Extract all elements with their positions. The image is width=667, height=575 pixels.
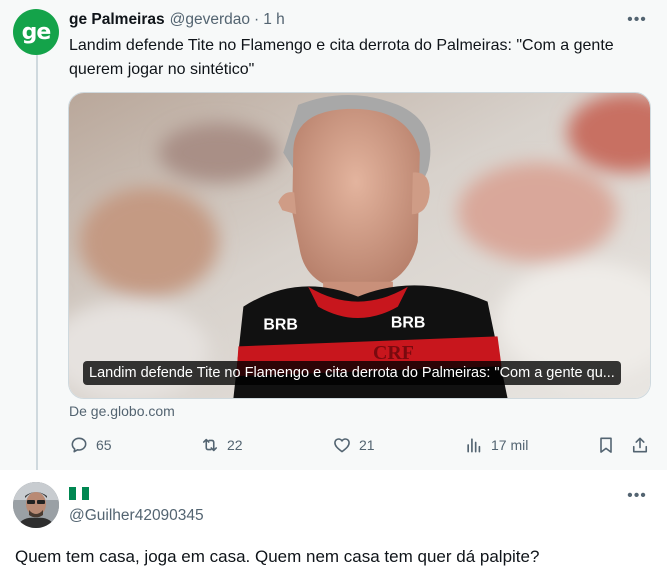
- retweet-button[interactable]: 22: [200, 433, 243, 457]
- tweet[interactable]: ge ge Palmeiras @geverdao · 1 h ••• Land…: [0, 0, 667, 478]
- separator-dot: ·: [254, 11, 260, 28]
- reply-icon: [71, 437, 87, 453]
- reply-text: Quem tem casa, joga em casa. Quem nem ca…: [15, 547, 540, 566]
- tweet-text: Landim defende Tite no Flamengo e cita d…: [69, 37, 614, 78]
- reply-author-avatar[interactable]: [13, 482, 59, 528]
- analytics-icon: [467, 438, 481, 453]
- retweet-count: 22: [227, 437, 243, 453]
- action-bar: 65 22 21 17 mil: [69, 433, 654, 457]
- avatar-text: ge: [21, 19, 52, 45]
- share-button[interactable]: [630, 433, 650, 457]
- nigeria-flag-icon: [69, 487, 90, 500]
- more-horizontal-icon: •••: [627, 11, 647, 28]
- reply-tweet[interactable]: ••• @Guilher42090345 Quem tem casa, joga…: [0, 470, 667, 575]
- author-avatar[interactable]: ge: [13, 9, 59, 55]
- tweet-timestamp[interactable]: 1 h: [263, 11, 285, 29]
- like-count: 21: [359, 437, 375, 453]
- card-title: Landim defende Tite no Flamengo e cita d…: [83, 361, 621, 385]
- tweet-header: ge Palmeiras @geverdao · 1 h: [69, 10, 285, 30]
- reply-count: 65: [96, 437, 112, 453]
- bookmark-button[interactable]: [596, 433, 616, 457]
- heart-icon: [334, 438, 350, 453]
- jersey-sponsor-right: BRB: [391, 314, 426, 331]
- card-source[interactable]: De ge.globo.com: [69, 403, 175, 419]
- reply-author-handle[interactable]: @Guilher42090345: [69, 507, 204, 525]
- more-horizontal-icon: •••: [627, 487, 647, 504]
- retweet-icon: [202, 438, 218, 452]
- thread-line: [36, 55, 38, 478]
- link-card[interactable]: BRB BRB CRF Landim defende Tite no Flame…: [68, 92, 651, 399]
- views-button[interactable]: 17 mil: [464, 433, 528, 457]
- author-handle[interactable]: @geverdao: [170, 11, 250, 29]
- avatar-photo: [13, 482, 59, 528]
- card-image: BRB BRB CRF: [69, 93, 650, 398]
- views-count: 17 mil: [491, 437, 529, 453]
- reply-button[interactable]: 65: [69, 433, 112, 457]
- reply-more-options-button[interactable]: •••: [627, 486, 647, 506]
- like-button[interactable]: 21: [332, 433, 375, 457]
- jersey-sponsor-left: BRB: [263, 316, 298, 333]
- more-options-button[interactable]: •••: [627, 10, 647, 30]
- bookmark-icon: [600, 437, 612, 453]
- share-icon: [632, 437, 648, 453]
- author-name[interactable]: ge Palmeiras: [69, 11, 165, 29]
